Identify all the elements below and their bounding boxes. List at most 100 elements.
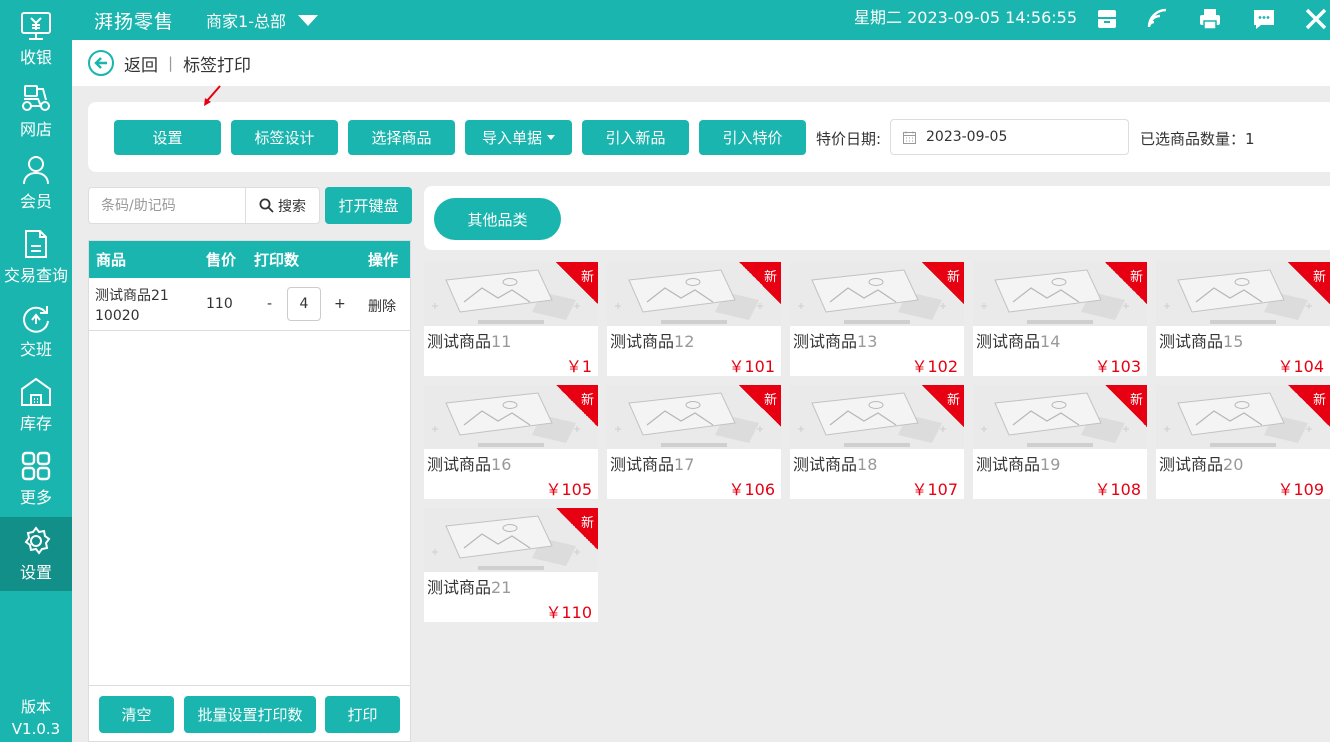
new-badge-label: 新 (946, 393, 960, 408)
import-document-label: 导入单据 (481, 129, 542, 147)
sidebar-item-handover[interactable]: 交班 (0, 294, 72, 368)
new-badge-label: 新 (580, 393, 594, 408)
print-count-input[interactable] (287, 287, 321, 321)
header-print-count: 打印数 (254, 251, 300, 269)
search-button-label: 搜索 (278, 198, 306, 215)
product-card[interactable]: 新测试商品18 ￥107 (790, 385, 964, 499)
product-price: ￥106 (728, 480, 775, 499)
product-card[interactable]: 新测试商品11 ￥1 (424, 262, 598, 376)
sidebar-item-online-store[interactable]: 网店 (0, 74, 72, 148)
product-card[interactable]: 新测试商品16 ￥105 (424, 385, 598, 499)
back-arrow-icon[interactable] (88, 50, 114, 76)
product-number: 21 (491, 578, 512, 597)
scooter-icon (22, 84, 50, 111)
product-number: 11 (491, 332, 512, 351)
product-price: ￥105 (545, 480, 592, 499)
product-name-text: 测试商品 (976, 332, 1041, 351)
product-card[interactable]: 新测试商品12 ￥101 (607, 262, 781, 376)
topbar: 湃扬零售 商家1-总部 星期二 2023-09-05 14:56:55 (72, 0, 1330, 40)
grid-icon (21, 451, 51, 480)
product-number: 17 (674, 455, 695, 474)
new-badge-label: 新 (1312, 393, 1326, 408)
decrement-button[interactable]: - (267, 296, 272, 312)
select-product-button[interactable]: 选择商品 (348, 120, 455, 155)
sidebar-item-label: 库存 (19, 413, 52, 433)
product-price: ￥108 (1094, 480, 1141, 499)
product-name-text: 测试商品 (976, 455, 1041, 474)
search-icon (259, 198, 274, 213)
product-card[interactable]: 新测试商品19 ￥108 (973, 385, 1147, 499)
new-badge: 新 (1288, 262, 1330, 304)
product-name-text: 测试商品 (1159, 332, 1224, 351)
category-bar: 其他品类 (424, 186, 1330, 250)
new-badge-label: 新 (763, 393, 777, 408)
special-date-value: 2023-09-05 (926, 129, 1008, 145)
cash-drawer-icon[interactable] (1094, 6, 1120, 32)
breadcrumb-separator: | (168, 54, 174, 72)
product-number: 13 (857, 332, 878, 351)
import-new-button[interactable]: 引入新品 (582, 120, 689, 155)
open-keyboard-button[interactable]: 打开键盘 (325, 187, 412, 224)
product-card[interactable]: 新测试商品15 ￥104 (1156, 262, 1330, 376)
increment-button[interactable]: + (334, 296, 346, 312)
product-name-text: 测试商品 (1159, 455, 1224, 474)
search-input[interactable] (89, 188, 245, 223)
product-price: ￥109 (1277, 480, 1324, 499)
category-other[interactable]: 其他品类 (434, 198, 561, 240)
datetime-display: 星期二 2023-09-05 14:56:55 (854, 8, 1078, 27)
brand-logo: 湃扬零售 (94, 10, 175, 33)
sidebar-item-member[interactable]: 会员 (0, 146, 72, 220)
store-name: 商家1-总部 (206, 12, 286, 31)
table-header: 商品 售价 打印数 操作 (89, 241, 410, 278)
batch-set-count-button[interactable]: 批量设置打印数 (184, 696, 316, 733)
back-button[interactable]: 返回 (124, 51, 158, 76)
special-date-label: 特价日期: (816, 130, 882, 148)
new-badge: 新 (556, 262, 598, 304)
new-badge: 新 (1105, 262, 1147, 304)
product-card[interactable]: 新测试商品21 ￥110 (424, 508, 598, 622)
sidebar-item-inventory[interactable]: 库存 (0, 368, 72, 442)
search-button[interactable]: 搜索 (245, 188, 319, 223)
product-name: 测试商品20 (1159, 451, 1243, 475)
product-name-text: 测试商品 (610, 455, 675, 474)
store-selector[interactable]: 商家1-总部 (206, 8, 318, 32)
caret-down-icon (547, 135, 555, 140)
product-card[interactable]: 新测试商品20 ￥109 (1156, 385, 1330, 499)
sidebar-item-settings[interactable]: 设置 (0, 517, 72, 591)
label-design-button[interactable]: 标签设计 (231, 120, 338, 155)
import-special-price-button[interactable]: 引入特价 (699, 120, 806, 155)
new-badge-label: 新 (1312, 270, 1326, 285)
product-name: 测试商品14 (976, 328, 1060, 352)
calendar-icon (903, 131, 916, 144)
price-cell: 110 (206, 296, 233, 312)
new-badge: 新 (739, 385, 781, 427)
version-info: 版本 V1.0.3 (0, 696, 72, 742)
product-price: ￥1 (565, 357, 592, 376)
product-card[interactable]: 新测试商品14 ￥103 (973, 262, 1147, 376)
sidebar-item-label: 设置 (19, 562, 52, 582)
product-name-text: 测试商品 (793, 332, 858, 351)
product-card[interactable]: 新测试商品17 ￥106 (607, 385, 781, 499)
member-icon (23, 155, 49, 184)
clear-button[interactable]: 清空 (99, 696, 174, 733)
special-date-input[interactable]: 2023-09-05 (890, 119, 1129, 155)
delete-button[interactable]: 删除 (368, 296, 396, 316)
settings-button[interactable]: 设置 (114, 120, 221, 155)
wifi-icon[interactable] (1145, 6, 1171, 32)
sidebar-item-more[interactable]: 更多 (0, 442, 72, 516)
sidebar-item-transactions[interactable]: 交易查询 (0, 220, 72, 294)
product-card[interactable]: 新测试商品13 ￥102 (790, 262, 964, 376)
print-button[interactable]: 打印 (325, 696, 400, 733)
document-icon (25, 229, 47, 258)
message-icon[interactable] (1251, 6, 1277, 32)
new-badge-label: 新 (1129, 270, 1143, 285)
sidebar-item-cashier[interactable]: 收银 (0, 2, 72, 76)
printer-icon[interactable] (1197, 6, 1223, 32)
import-document-button[interactable]: 导入单据 (465, 120, 572, 155)
product-barcode: 10020 (95, 308, 140, 324)
close-icon[interactable] (1303, 6, 1329, 32)
sidebar-item-label: 网店 (19, 119, 52, 139)
subheader: 返回 | 标签打印 (72, 40, 1330, 86)
product-price: ￥107 (911, 480, 958, 499)
product-name-text: 测试商品 (610, 332, 675, 351)
